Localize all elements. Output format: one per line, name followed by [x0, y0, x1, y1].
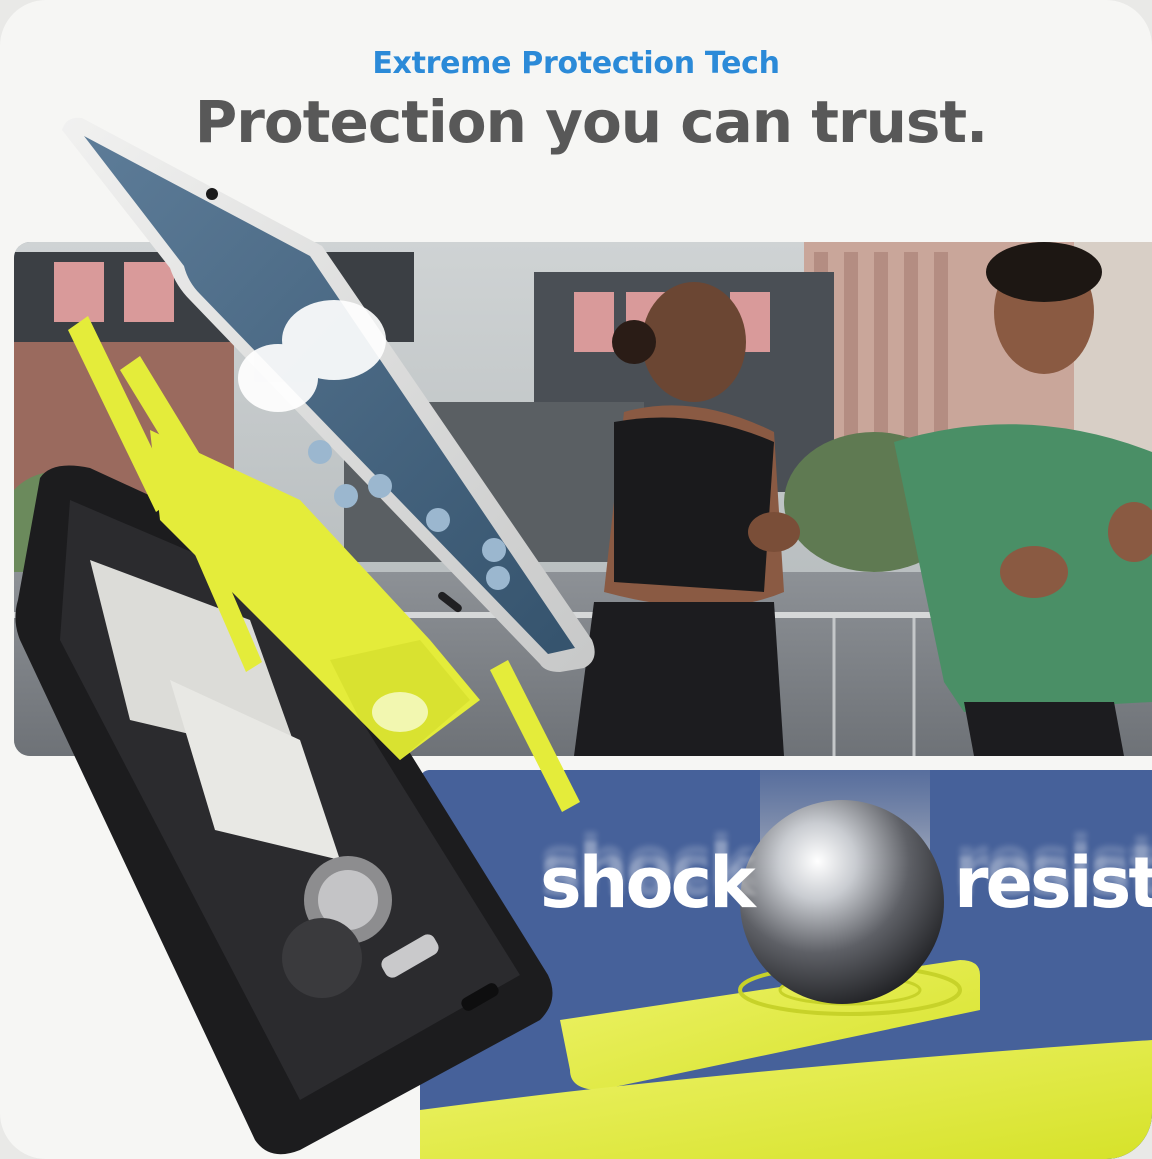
- product-banner: Extreme Protection Tech Protection you c…: [0, 0, 1152, 1159]
- lifestyle-photo: [14, 242, 1152, 756]
- impact-scene: [420, 770, 1152, 1159]
- shock-label: shock: [540, 842, 756, 924]
- resist-label: resist: [954, 842, 1152, 924]
- runners-scene: [14, 242, 1152, 756]
- banner-card: Extreme Protection Tech Protection you c…: [0, 0, 1152, 1159]
- eyebrow-text: Extreme Protection Tech: [372, 46, 780, 81]
- steel-ball: [740, 800, 944, 1004]
- impact-test-panel: [420, 770, 1152, 1159]
- headline-text: Protection you can trust.: [194, 88, 988, 156]
